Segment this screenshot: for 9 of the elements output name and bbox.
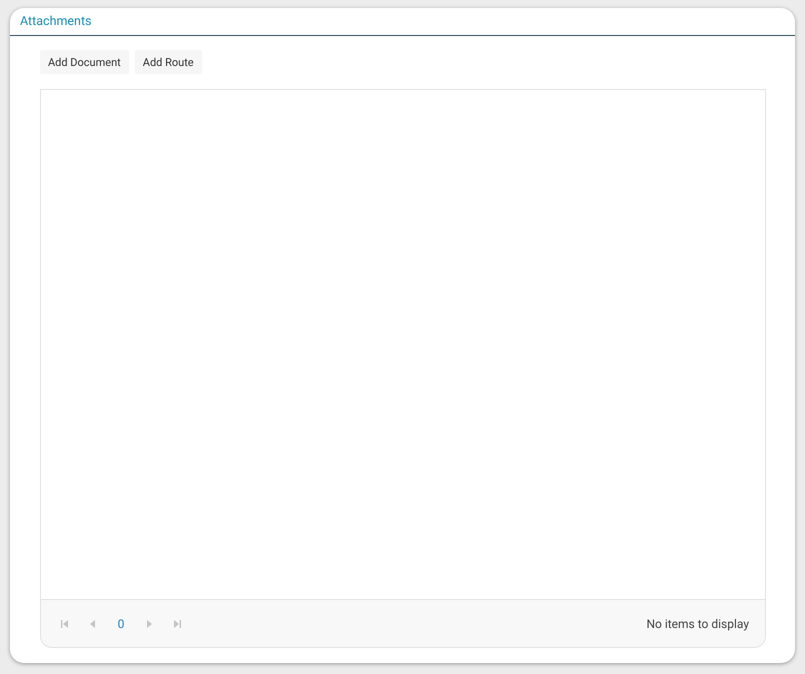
toolbar-button[interactable]: Add Route [134,50,202,74]
caret-right-icon [144,618,154,628]
toolbar-button[interactable]: Add Document [40,50,129,74]
caret-left-icon [88,618,98,628]
pager-info: No items to display [646,616,749,630]
page-number[interactable]: 0 [107,616,135,630]
skip-back-icon [60,618,70,628]
skip-forward-icon [172,618,182,628]
panel-title: Attachments [20,14,92,29]
